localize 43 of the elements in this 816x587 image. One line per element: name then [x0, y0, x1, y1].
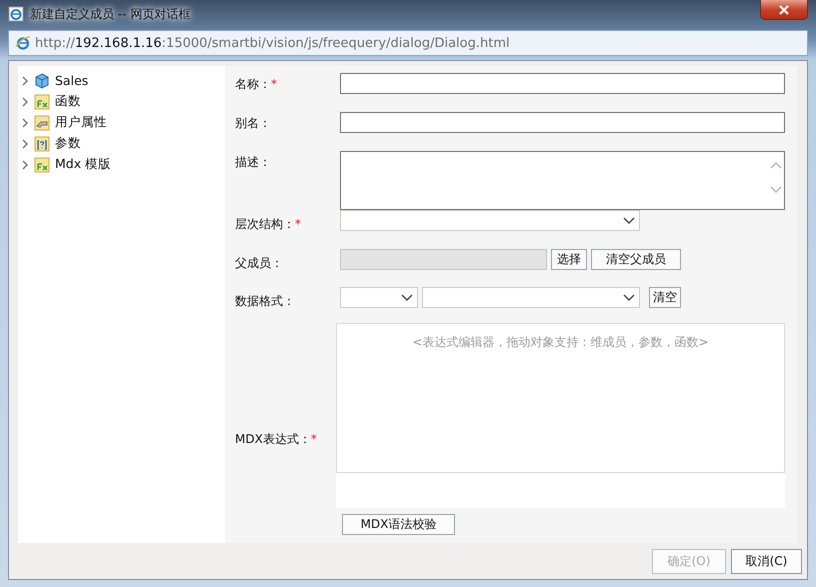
dropdown-field[interactable] [340, 210, 640, 231]
function-icon [34, 156, 50, 172]
expand-right-icon [21, 76, 29, 86]
form-button[interactable]: 清空父成员 [591, 249, 681, 270]
field-label: 名称：* [235, 76, 278, 93]
validate-button[interactable]: MDX语法校验 [342, 514, 455, 535]
expand-right-icon [21, 96, 29, 106]
expand-right-icon [21, 118, 29, 128]
chevron-down-icon [623, 216, 635, 224]
browser-icon [8, 6, 24, 22]
close-icon [778, 4, 790, 14]
tree-item[interactable]: Mdx 模版 [18, 154, 225, 175]
form-button[interactable]: 选择 [551, 249, 587, 270]
tree-item[interactable]: Sales [18, 70, 225, 91]
dropdown-field[interactable] [422, 287, 640, 308]
folder-hand-icon [34, 114, 50, 130]
expand-right-icon [21, 138, 29, 148]
field-label: 数据格式： [235, 293, 296, 310]
function-icon [34, 94, 50, 110]
clear-button[interactable]: 清空 [649, 287, 681, 308]
field-label: MDX表达式：* [235, 431, 318, 448]
address-url: http://192.168.1.16:15000/smartbi/vision/js/freequery/dialog/Dialog.html [35, 36, 510, 50]
cube-icon [34, 72, 50, 88]
tree-item[interactable]: 用户属性 [18, 112, 225, 133]
field-label: 层次结构：* [235, 216, 302, 233]
tree-item[interactable]: 参数 [18, 133, 225, 154]
tree-item[interactable]: 函数 [18, 91, 225, 112]
text-field[interactable] [340, 73, 785, 94]
close-button[interactable] [760, 0, 808, 20]
parameter-icon [34, 136, 50, 152]
field-label: 描述： [235, 154, 272, 171]
browser-icon [15, 35, 31, 51]
dialog-button[interactable]: 取消(C) [731, 548, 802, 574]
editor-placeholder: <表达式编辑器，拖动对象支持：维成员，参数，函数> [412, 334, 709, 350]
window-title: 新建自定义成员 -- 网页对话框 [30, 6, 192, 22]
chevron-down-icon [623, 294, 635, 302]
field-label: 别名： [235, 115, 272, 132]
chevron-down-icon [401, 294, 413, 302]
expand-right-icon [21, 160, 29, 170]
text-field[interactable] [340, 112, 785, 133]
text-area[interactable] [340, 151, 785, 210]
field-label: 父成员： [235, 255, 284, 272]
dropdown-field[interactable] [340, 287, 418, 308]
